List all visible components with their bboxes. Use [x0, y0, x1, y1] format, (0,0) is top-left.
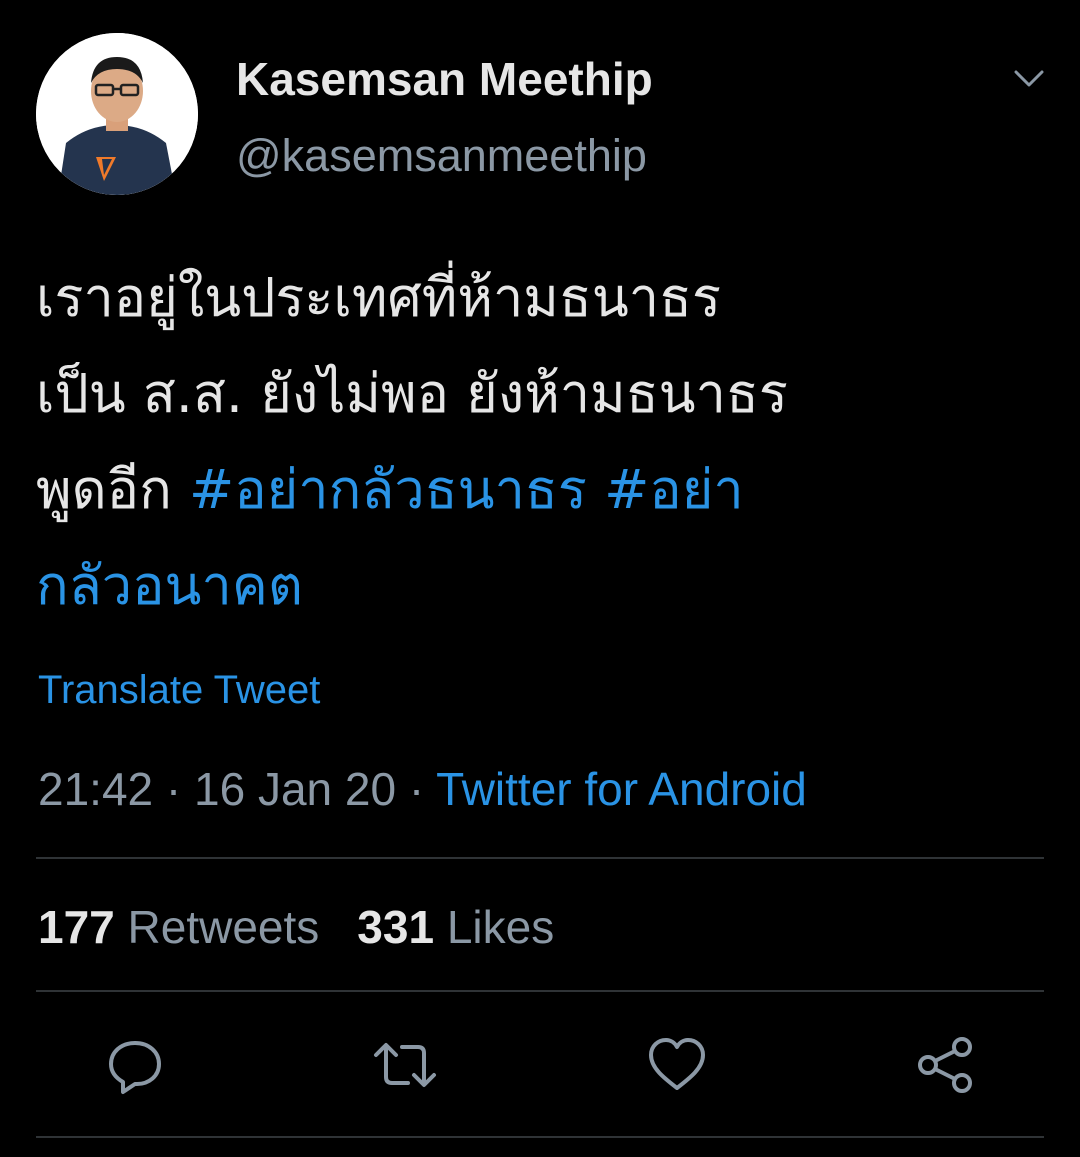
divider [36, 857, 1044, 859]
tweet-meta: 21:42 · 16 Jan 20 · Twitter for Android [38, 762, 807, 816]
tweet-stats: 177 Retweets 331 Likes [38, 900, 554, 954]
more-options-button[interactable] [1004, 58, 1054, 100]
display-name[interactable]: Kasemsan Meethip [236, 52, 653, 106]
separator: · [396, 763, 437, 815]
reply-icon [109, 1041, 161, 1094]
hashtag-link[interactable]: #อย่ากลัวธนาธร [189, 458, 587, 521]
reply-button[interactable] [102, 1032, 168, 1098]
avatar[interactable] [36, 33, 198, 195]
divider [36, 1136, 1044, 1138]
retweet-icon [374, 1043, 436, 1087]
likes-stat[interactable]: 331 Likes [357, 901, 554, 953]
likes-count: 331 [357, 901, 435, 953]
retweets-label: Retweets [127, 901, 320, 953]
share-icon [918, 1037, 972, 1093]
divider [36, 990, 1044, 992]
retweets-count: 177 [38, 901, 115, 953]
tweet-source-link[interactable]: Twitter for Android [436, 763, 807, 815]
share-button[interactable] [912, 1032, 978, 1098]
translate-tweet-link[interactable]: Translate Tweet [38, 668, 320, 713]
heart-icon [649, 1038, 705, 1090]
tweet-time: 21:42 [38, 763, 154, 815]
avatar-image [36, 33, 198, 195]
tweet-text: เราอยู่ในประเทศที่ห้ามธนาธร เป็น ส.ส. ยั… [36, 250, 1046, 634]
like-button[interactable] [644, 1032, 710, 1098]
retweet-button[interactable] [372, 1032, 438, 1098]
retweets-stat[interactable]: 177 Retweets [38, 901, 319, 953]
likes-label: Likes [446, 901, 555, 953]
tweet-text-line: เป็น ส.ส. ยังไม่พอ ยังห้ามธนาธร [36, 362, 788, 425]
hashtag-link-continued[interactable]: กลัวอนาคต [36, 554, 303, 617]
tweet-text-line: พูดอีก [36, 458, 189, 521]
user-handle[interactable]: @kasemsanmeethip [236, 130, 647, 182]
tweet-date: 16 Jan 20 [194, 763, 397, 815]
chevron-down-icon [1014, 70, 1044, 87]
hashtag-link[interactable]: #อย่า [604, 458, 744, 521]
separator: · [153, 763, 195, 815]
tweet-text-line: เราอยู่ในประเทศที่ห้ามธนาธร [36, 266, 722, 329]
